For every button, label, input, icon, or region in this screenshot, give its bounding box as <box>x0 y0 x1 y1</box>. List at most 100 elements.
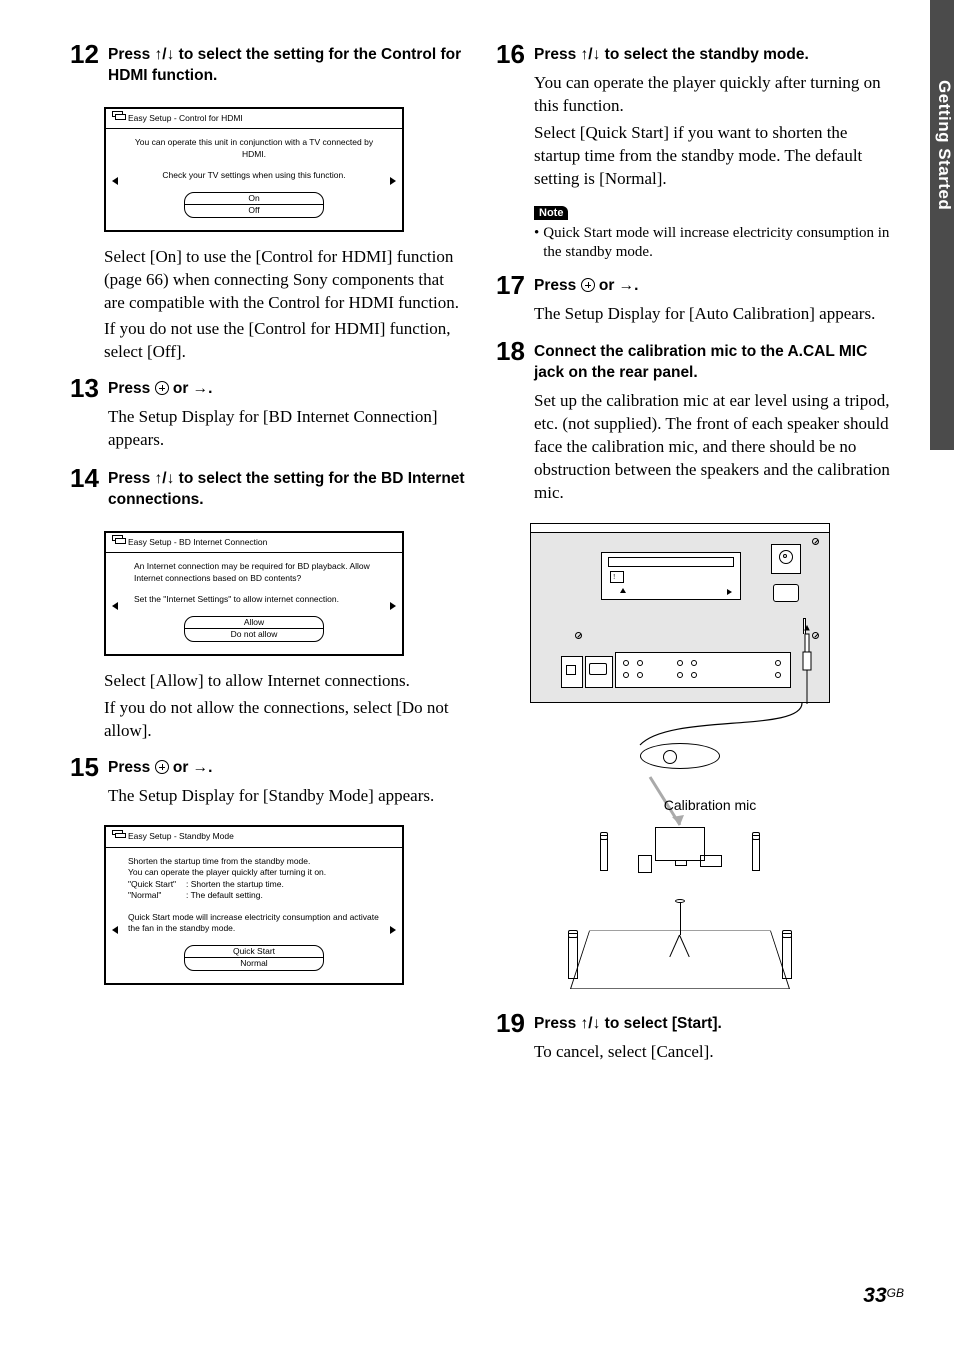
option-do-not-allow: Do not allow <box>185 629 323 640</box>
t: to select [Start]. <box>600 1015 721 1032</box>
page-number: 33GB <box>863 1284 904 1308</box>
screen-title: Easy Setup - Control for HDMI <box>128 113 243 124</box>
t: Press <box>108 380 155 397</box>
t: Quick Start mode will increase electrici… <box>543 224 894 263</box>
side-tab-getting-started: Getting Started <box>930 0 954 450</box>
t: Shorten the startup time from the standb… <box>128 856 310 866</box>
step-title: Press or . <box>534 276 894 297</box>
t: "Quick Start" <box>128 879 186 890</box>
body-text: You can operate the player quickly after… <box>534 72 894 118</box>
step-number: 12 <box>70 40 104 93</box>
nav-left-icon <box>112 602 118 610</box>
screen-msg: Shorten the startup time from the standb… <box>128 856 380 902</box>
nav-left-icon <box>112 177 118 185</box>
setup-icon <box>112 115 124 122</box>
t: . <box>208 380 212 397</box>
t: Press <box>534 46 581 63</box>
t: "Normal" <box>128 890 186 901</box>
screen-title: Easy Setup - Standby Mode <box>128 831 234 842</box>
step-number: 16 <box>496 40 530 263</box>
screen-control-hdmi: Easy Setup - Control for HDMI You can op… <box>104 107 404 232</box>
step-number: 15 <box>70 753 104 812</box>
option-pill: On Off <box>184 192 324 218</box>
step-17: 17 Press or . The Setup Display for [Aut… <box>496 271 894 330</box>
step-16: 16 Press / to select the standby mode. Y… <box>496 40 894 263</box>
note-text: • Quick Start mode will increase electri… <box>534 224 894 263</box>
t: or <box>595 277 619 294</box>
screen-title: Easy Setup - BD Internet Connection <box>128 537 267 548</box>
body-text: To cancel, select [Cancel]. <box>534 1041 894 1064</box>
right-arrow-icon <box>619 277 635 294</box>
t: to select the standby mode. <box>600 46 808 63</box>
step-13: 13 Press or . The Setup Display for [BD … <box>70 374 468 456</box>
screen-msg: Check your TV settings when using this f… <box>128 170 380 181</box>
t: . <box>634 277 638 294</box>
t: Press <box>108 46 155 63</box>
step-number: 18 <box>496 337 530 509</box>
note-label: Note <box>534 206 568 220</box>
screen-msg: You can operate this unit in conjunction… <box>128 137 380 160</box>
step-18: 18 Connect the calibration mic to the A.… <box>496 337 894 509</box>
option-pill: Allow Do not allow <box>184 616 324 642</box>
step-12: 12 Press / to select the setting for the… <box>70 40 468 93</box>
step-14: 14 Press / to select the setting for the… <box>70 464 468 517</box>
right-arrow-icon <box>193 759 209 776</box>
right-column: 16 Press / to select the standby mode. Y… <box>496 40 894 1076</box>
screen-msg: An Internet connection may be required f… <box>128 561 380 584</box>
t: . <box>208 759 212 776</box>
screen-header: Easy Setup - BD Internet Connection <box>106 533 402 553</box>
nav-left-icon <box>112 926 118 934</box>
t: : Shorten the startup time. <box>186 879 284 889</box>
step-15: 15 Press or . The Setup Display for [Sta… <box>70 753 468 812</box>
mic-disc-icon <box>640 743 720 769</box>
screen-msg: Set the "Internet Settings" to allow int… <box>128 594 380 605</box>
nav-right-icon <box>390 926 396 934</box>
screen-header: Easy Setup - Standby Mode <box>106 827 402 847</box>
body-text: The Setup Display for [Standby Mode] app… <box>108 785 468 808</box>
step-number: 13 <box>70 374 104 456</box>
t: Press <box>108 759 155 776</box>
t: Press <box>108 470 155 487</box>
step-title: Press / to select the setting for the Co… <box>108 45 468 87</box>
option-quick-start: Quick Start <box>185 946 323 958</box>
setup-icon <box>112 834 124 841</box>
jack-plug-icon <box>753 624 823 704</box>
plus-icon <box>155 760 169 774</box>
step-19: 19 Press / to select [Start]. To cancel,… <box>496 1009 894 1068</box>
body-text: The Setup Display for [BD Internet Conne… <box>108 406 468 452</box>
body-text: The Setup Display for [Auto Calibration]… <box>534 303 894 326</box>
page-body: 12 Press / to select the setting for the… <box>0 0 954 1116</box>
plus-icon <box>581 278 595 292</box>
t: Press <box>534 1015 581 1032</box>
body-text: If you do not use the [Control for HDMI]… <box>104 318 468 364</box>
option-pill: Quick Start Normal <box>184 945 324 971</box>
calibration-illustration: ! <box>530 523 830 999</box>
step-title: Press or . <box>108 758 468 779</box>
mic-label: Calibration mic <box>590 797 830 813</box>
step-number: 19 <box>496 1009 530 1068</box>
screen-bd-internet: Easy Setup - BD Internet Connection An I… <box>104 531 404 656</box>
step-title: Press / to select the standby mode. <box>534 45 894 66</box>
step-title: Press / to select the setting for the BD… <box>108 469 468 511</box>
step-title: Connect the calibration mic to the A.CAL… <box>534 342 894 384</box>
option-normal: Normal <box>185 958 323 969</box>
step-title: Press or . <box>108 379 468 400</box>
left-column: 12 Press / to select the setting for the… <box>70 40 468 1076</box>
plus-icon <box>155 381 169 395</box>
room-layout-icon <box>550 819 810 999</box>
body-text: Select [Quick Start] if you want to shor… <box>534 122 894 191</box>
page-number-suffix: GB <box>887 1286 904 1300</box>
step-number: 14 <box>70 464 104 517</box>
page-number-value: 33 <box>863 1284 886 1307</box>
screen-standby-mode: Easy Setup - Standby Mode Shorten the st… <box>104 825 404 984</box>
t: or <box>169 380 193 397</box>
option-allow: Allow <box>185 617 323 629</box>
t: Press <box>534 277 581 294</box>
step-title: Press / to select [Start]. <box>534 1014 894 1035</box>
t: or <box>169 759 193 776</box>
t: You can operate the player quickly after… <box>128 867 326 877</box>
t: : The default setting. <box>186 890 263 900</box>
step-number: 17 <box>496 271 530 330</box>
body-text: Set up the calibration mic at ear level … <box>534 390 894 505</box>
bullet-icon: • <box>534 224 539 263</box>
